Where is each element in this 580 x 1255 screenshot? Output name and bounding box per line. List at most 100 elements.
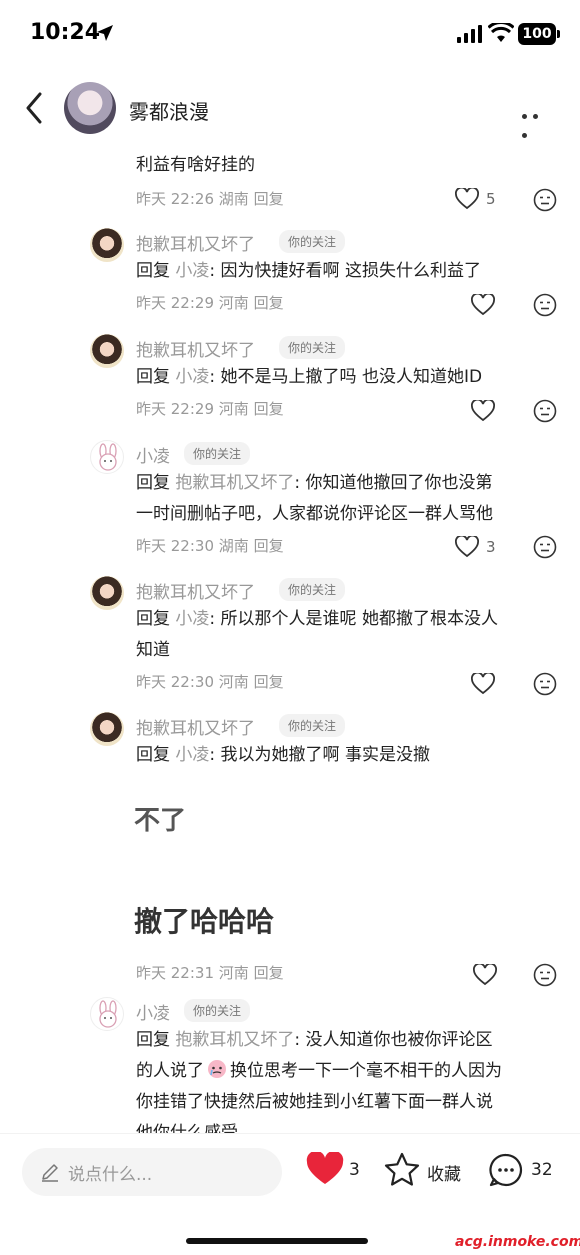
comment-region: 河南 [218, 400, 249, 418]
follow-tag: 你的关注 [279, 714, 346, 737]
partial-text: 撤了哈哈哈 [134, 905, 275, 938]
status-bar: 10:24 100 [0, 0, 580, 68]
battery-icon: 100 [518, 23, 560, 45]
emoji-reaction-icon[interactable] [533, 672, 557, 696]
commenter-name[interactable]: 抱歉耳机又坏了 [136, 714, 255, 739]
comment-input[interactable]: 说点什么... [22, 1148, 282, 1196]
comment-time: 昨天 22:29 [136, 294, 214, 312]
commenter-name[interactable]: 小凌 [136, 442, 170, 467]
commenter-name[interactable]: 抱歉耳机又坏了 [136, 336, 255, 361]
signal-icon [457, 25, 482, 43]
pencil-icon [42, 1164, 58, 1182]
like-icon[interactable] [471, 294, 495, 316]
follow-tag: 你的关注 [184, 999, 251, 1022]
comment-meta: 昨天 22:26 湖南 回复 [136, 188, 284, 209]
reply-to-name[interactable]: 小凌 [175, 261, 209, 281]
comment-body-line2b: 换位思考一下一个毫不相干的人因为 [230, 1061, 502, 1081]
reply-to-name[interactable]: 小凌 [175, 609, 209, 629]
commenter-name[interactable]: 小凌 [136, 999, 170, 1024]
reply-link[interactable]: 回复 [254, 400, 284, 418]
comment-time: 昨天 22:29 [136, 400, 214, 418]
comment-meta: 昨天 22:29 河南 回复 [136, 398, 284, 419]
commenter-name[interactable]: 抱歉耳机又坏了 [136, 230, 255, 255]
comment-region: 河南 [218, 964, 249, 982]
reply-to-name[interactable]: 抱歉耳机又坏了 [175, 473, 294, 493]
author-avatar[interactable] [64, 82, 116, 134]
comment-time: 昨天 22:30 [136, 673, 214, 691]
reply-to-name[interactable]: 小凌 [175, 367, 209, 387]
comment-text: 回复 小凌: 她不是马上撤了吗 也没人知道她ID [136, 362, 556, 393]
comment-body-line3: 你挂错了快捷然后被她挂到小红薯下面一群人说 [136, 1092, 493, 1112]
favorite-label[interactable]: 收藏 [427, 1160, 461, 1185]
comment-body-line4: 他你什么感受 [136, 1123, 238, 1133]
commenter-avatar[interactable] [90, 440, 124, 474]
follow-tag: 你的关注 [279, 578, 346, 601]
comment-body: : 没人知道你也被你评论区 [294, 1030, 493, 1050]
like-icon[interactable] [471, 400, 495, 422]
emoji-reaction-icon[interactable] [533, 399, 557, 423]
like-count: 3 [486, 538, 496, 556]
location-arrow-icon [97, 25, 113, 41]
comment-text: 回复 抱歉耳机又坏了: 你知道他撤回了你也没第 一时间删帖子吧，人家都说你评论区… [136, 468, 556, 530]
reply-to-name[interactable]: 抱歉耳机又坏了 [175, 1030, 294, 1050]
home-indicator [186, 1238, 368, 1244]
reply-to-name[interactable]: 小凌 [175, 745, 209, 765]
reply-word: 回复 [136, 261, 170, 281]
follow-tag: 你的关注 [279, 336, 346, 359]
wifi-icon [488, 23, 514, 42]
comment-body-line2: 知道 [136, 640, 170, 660]
bunny-avatar-icon [99, 1000, 117, 1028]
commenter-avatar[interactable] [90, 334, 124, 368]
back-arrow-icon[interactable] [22, 92, 46, 124]
comment-body: : 你知道他撤回了你也没第 [294, 473, 493, 493]
comment-body: : 我以为她撤了啊 事实是没撤 [209, 745, 430, 765]
comment-meta: 昨天 22:30 河南 回复 [136, 671, 284, 692]
comment-time: 昨天 22:26 [136, 190, 214, 208]
comment-text: 回复 小凌: 所以那个人是谁呢 她都撤了根本没人 知道 [136, 604, 556, 666]
comment-body: : 因为快捷好看啊 这损失什么利益了 [209, 261, 481, 281]
comment-body-line2: 的人说了 [136, 1061, 204, 1081]
comment-text: 回复 小凌: 我以为她撤了啊 事实是没撤 [136, 740, 556, 771]
like-icon[interactable] [455, 188, 479, 210]
comment-body: : 所以那个人是谁呢 她都撤了根本没人 [209, 609, 498, 629]
commenter-name[interactable]: 抱歉耳机又坏了 [136, 578, 255, 603]
author-name[interactable]: 雾都浪漫 [129, 96, 209, 125]
emoji-reaction-icon[interactable] [533, 293, 557, 317]
emoji-reaction-icon[interactable] [533, 963, 557, 987]
chat-bubble-icon[interactable] [488, 1152, 524, 1188]
like-icon[interactable] [455, 536, 479, 558]
comment-body: : 她不是马上撤了吗 也没人知道她ID [209, 367, 483, 387]
crying-face-emoji-icon [208, 1060, 226, 1078]
commenter-avatar[interactable] [90, 228, 124, 262]
reply-word: 回复 [136, 367, 170, 387]
reply-link[interactable]: 回复 [254, 964, 284, 982]
reply-link[interactable]: 回复 [254, 190, 284, 208]
comment-meta: 昨天 22:29 河南 回复 [136, 292, 284, 313]
reply-word: 回复 [136, 1030, 170, 1050]
comment-text: 回复 抱歉耳机又坏了: 没人知道你也被你评论区 的人说了 换位思考一下一个毫不相干… [136, 1025, 556, 1133]
comment-time: 昨天 22:31 [136, 964, 214, 982]
commenter-avatar[interactable] [90, 997, 124, 1031]
more-icon[interactable] [522, 104, 554, 138]
reply-link[interactable]: 回复 [254, 673, 284, 691]
reply-word: 回复 [136, 745, 170, 765]
comment-text: 利益有啥好挂的 [136, 155, 255, 175]
comment-count: 32 [531, 1160, 553, 1180]
emoji-reaction-icon[interactable] [533, 188, 557, 212]
comment-meta: 昨天 22:31 河南 回复 [136, 962, 284, 983]
commenter-avatar[interactable] [90, 576, 124, 610]
star-icon[interactable] [384, 1152, 420, 1188]
like-icon[interactable] [471, 673, 495, 695]
comment-region: 河南 [218, 294, 249, 312]
comment-meta: 昨天 22:30 湖南 回复 [136, 535, 284, 556]
heart-filled-icon[interactable] [306, 1152, 344, 1186]
emoji-reaction-icon[interactable] [533, 535, 557, 559]
commenter-avatar[interactable] [90, 712, 124, 746]
comment-text: 回复 小凌: 因为快捷好看啊 这损失什么利益了 [136, 256, 556, 287]
comment-item: 小凌 你的关注 回复 抱歉耳机又坏了: 没人知道你也被你评论区 的人说了 换位思考… [0, 995, 580, 1133]
reply-link[interactable]: 回复 [254, 537, 284, 555]
bottom-bar: 说点什么... 3 收藏 32 acg.inmoke.com [0, 1133, 580, 1255]
like-icon[interactable] [473, 964, 497, 986]
reply-link[interactable]: 回复 [254, 294, 284, 312]
partial-text: 不了 [134, 806, 187, 836]
